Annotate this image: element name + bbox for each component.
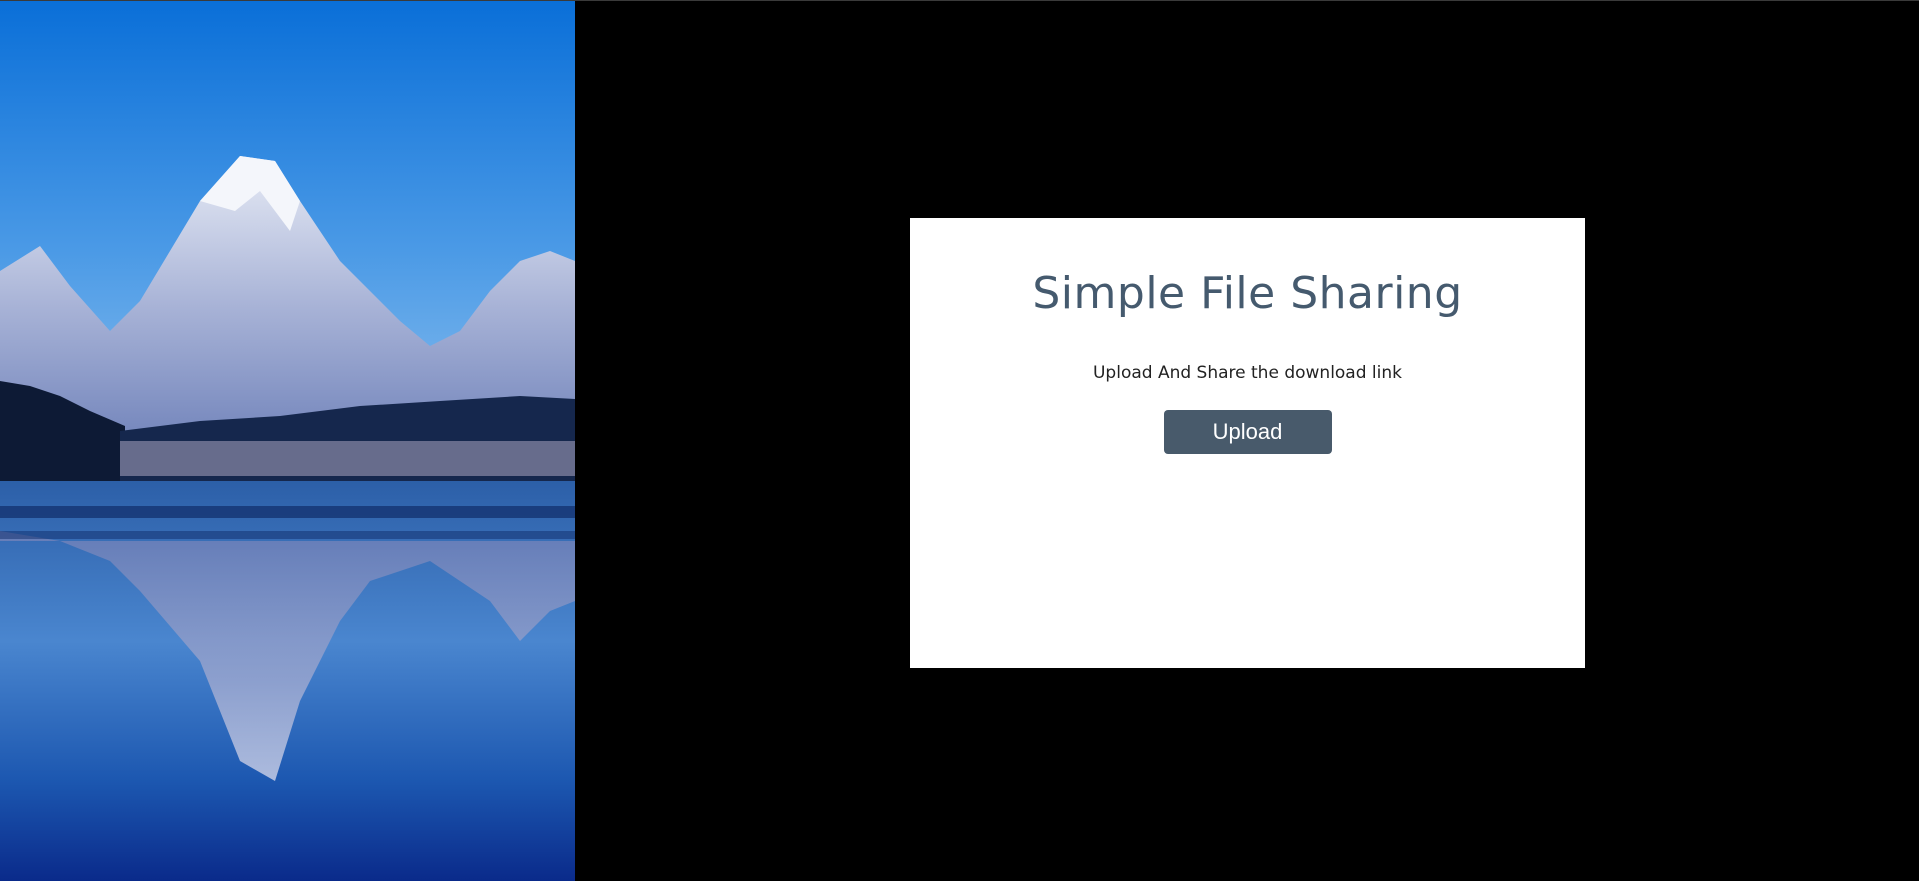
mountain-lake-image [0, 1, 575, 881]
landscape-illustration [0, 1, 575, 881]
upload-card: Simple File Sharing Upload And Share the… [910, 218, 1585, 668]
main-panel: Simple File Sharing Upload And Share the… [575, 1, 1919, 881]
upload-button[interactable]: Upload [1163, 410, 1332, 454]
page-title: Simple File Sharing [1032, 268, 1463, 319]
card-subtitle: Upload And Share the download link [1092, 363, 1402, 383]
page: Simple File Sharing Upload And Share the… [0, 0, 1919, 881]
